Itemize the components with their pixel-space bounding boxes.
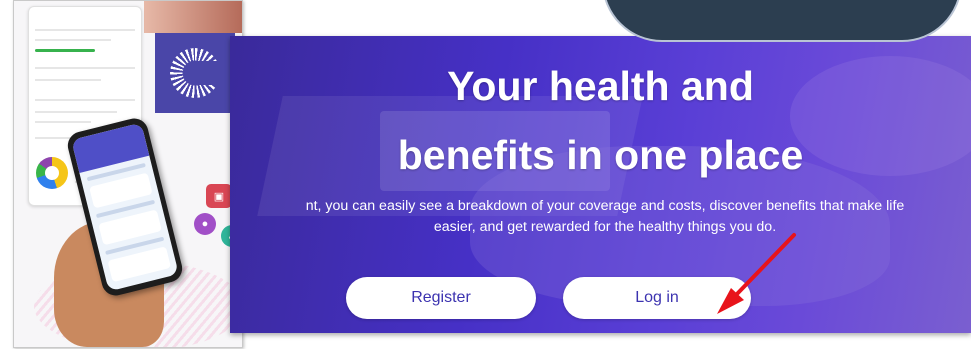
annotation-arrow-icon (717, 233, 796, 314)
